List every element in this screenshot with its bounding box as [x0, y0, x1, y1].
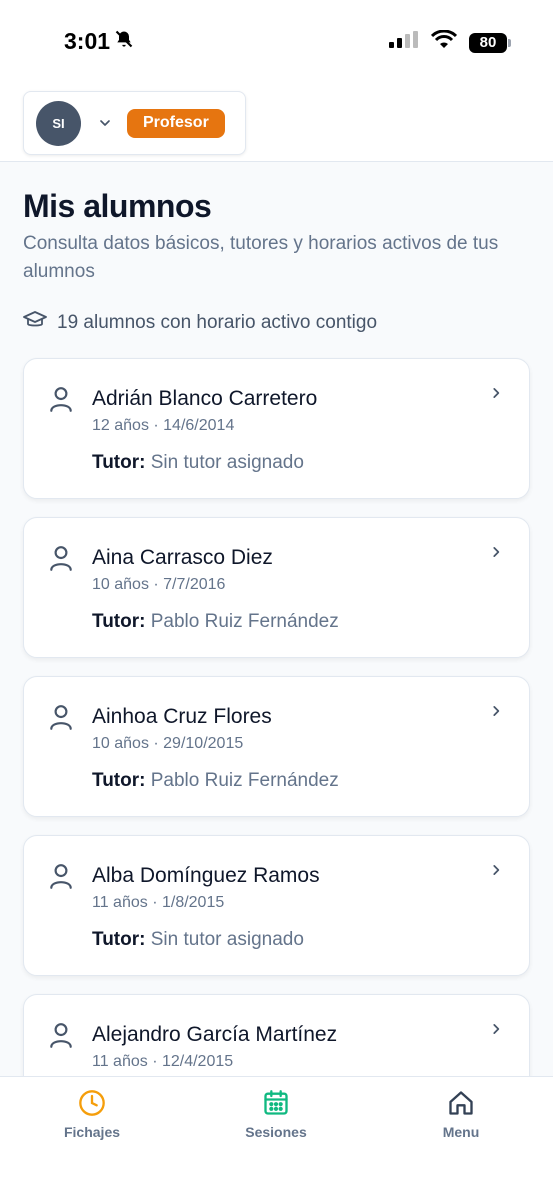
- page-subtitle: Consulta datos básicos, tutores y horari…: [23, 233, 499, 282]
- role-badge: Profesor: [127, 108, 225, 138]
- student-meta: 12 años · 14/6/2014: [92, 417, 235, 434]
- student-tutor: Tutor: Sin tutor asignado: [92, 929, 304, 951]
- student-tutor: Tutor: Pablo Ruiz Fernández: [92, 770, 339, 792]
- chevron-right-icon[interactable]: [489, 1021, 503, 1042]
- student-meta: 10 años · 29/10/2015: [92, 735, 244, 752]
- chevron-right-icon[interactable]: [489, 862, 503, 883]
- chevron-right-icon[interactable]: [489, 703, 503, 724]
- chevron-right-icon[interactable]: [489, 385, 503, 406]
- tutor-value: Sin tutor asignado: [150, 452, 304, 473]
- student-count: 19 alumnos con horario activo contigo: [23, 310, 377, 336]
- student-meta: 11 años · 1/8/2015: [92, 894, 225, 911]
- clock-icon: [78, 1089, 106, 1120]
- user-icon: [48, 385, 74, 418]
- student-name: Alejandro García Martínez: [92, 1023, 338, 1046]
- nav-item-menu[interactable]: Menu: [401, 1089, 521, 1140]
- nav-item-fichajes[interactable]: Fichajes: [32, 1089, 152, 1140]
- student-card[interactable]: Adrián Blanco Carretero 12 años · 14/6/2…: [23, 358, 530, 499]
- battery-indicator: 80: [469, 32, 511, 53]
- status-time: 3:01: [64, 28, 134, 55]
- page-title: Mis alumnos: [23, 188, 212, 224]
- tutor-value: Sin tutor asignado: [150, 929, 304, 950]
- user-icon: [48, 703, 74, 736]
- nav-label: Menu: [442, 1124, 480, 1140]
- student-tutor: Tutor: Sin tutor asignado: [92, 452, 304, 474]
- tutor-label: Tutor:: [92, 770, 146, 791]
- user-icon: [48, 862, 74, 895]
- nav-label: Fichajes: [63, 1124, 121, 1140]
- student-meta: 10 años · 7/7/2016: [92, 576, 226, 593]
- student-name: Ainhoa Cruz Flores: [92, 705, 272, 728]
- avatar[interactable]: SI: [36, 100, 81, 146]
- user-icon: [48, 544, 74, 577]
- student-card[interactable]: Ainhoa Cruz Flores 10 años · 29/10/2015 …: [23, 676, 530, 817]
- status-bar: 3:01 80: [0, 0, 553, 82]
- nav-label: Sesiones: [245, 1124, 307, 1140]
- student-card[interactable]: Alba Domínguez Ramos 11 años · 1/8/2015 …: [23, 835, 530, 976]
- tutor-value: Pablo Ruiz Fernández: [150, 611, 339, 632]
- calendar-icon: [262, 1089, 290, 1120]
- bell-muted-icon: [114, 28, 134, 55]
- tutor-label: Tutor:: [92, 611, 146, 632]
- wifi-icon: [430, 29, 458, 55]
- student-name: Adrián Blanco Carretero: [92, 387, 318, 410]
- signal-icon: [389, 31, 419, 54]
- graduation-cap-icon: [23, 310, 47, 336]
- chevron-down-icon[interactable]: [95, 113, 115, 133]
- app-header: SI Profesor: [0, 82, 553, 162]
- profile-switcher[interactable]: SI Profesor: [23, 91, 246, 155]
- student-tutor: Tutor: Pablo Ruiz Fernández: [92, 611, 339, 633]
- home-icon: [447, 1089, 475, 1120]
- nav-item-sesiones[interactable]: Sesiones: [216, 1089, 336, 1140]
- bottom-nav: Fichajes Sesiones Menu: [0, 1076, 553, 1200]
- tutor-label: Tutor:: [92, 452, 146, 473]
- student-count-text: 19 alumnos con horario activo contigo: [57, 312, 378, 333]
- user-icon: [48, 1021, 74, 1054]
- student-card[interactable]: Aina Carrasco Diez 10 años · 7/7/2016 Tu…: [23, 517, 530, 658]
- student-meta: 11 años · 12/4/2015: [92, 1053, 234, 1070]
- tutor-value: Pablo Ruiz Fernández: [150, 770, 339, 791]
- student-name: Aina Carrasco Diez: [92, 546, 273, 569]
- status-time-text: 3:01: [64, 28, 111, 54]
- student-name: Alba Domínguez Ramos: [92, 864, 320, 887]
- chevron-right-icon[interactable]: [489, 544, 503, 565]
- tutor-label: Tutor:: [92, 929, 146, 950]
- status-indicators: 80: [389, 29, 511, 55]
